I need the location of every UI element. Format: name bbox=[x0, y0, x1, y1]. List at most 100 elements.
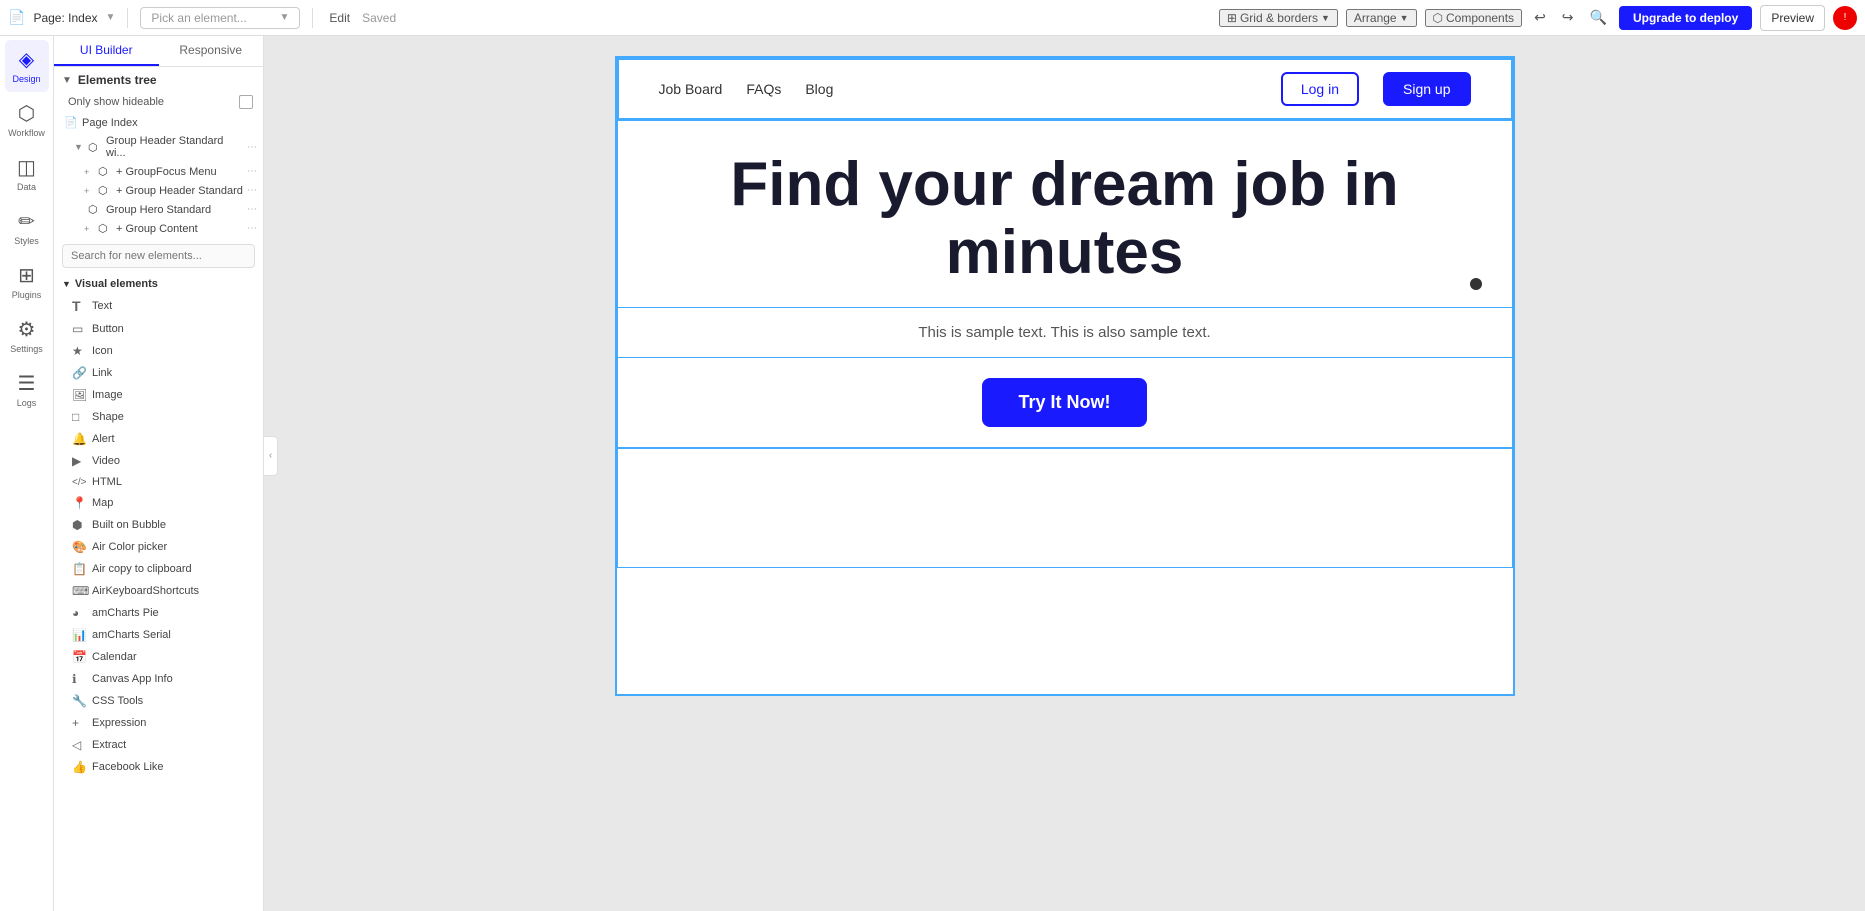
canvas-navbar: Job Board FAQs Blog Log in Sign up bbox=[617, 58, 1513, 120]
tree-page-index[interactable]: 📄 Page Index bbox=[54, 113, 263, 132]
canvas-hero-subtitle: This is sample text. This is also sample… bbox=[658, 324, 1472, 341]
canvas-hero-title-row: Find your dream job in minutes bbox=[618, 121, 1512, 308]
map-element-label: Map bbox=[92, 497, 113, 509]
amcharts-serial-label: amCharts Serial bbox=[92, 629, 171, 641]
design-icon: ◈ bbox=[19, 47, 34, 72]
tab-ui-builder[interactable]: UI Builder bbox=[54, 36, 159, 66]
tree-group-header-action: ⋯ bbox=[247, 142, 257, 153]
element-icon[interactable]: ★ Icon bbox=[54, 340, 263, 362]
tree-group-content[interactable]: + ⬡ + Group Content ⋯ bbox=[54, 219, 263, 238]
tree-group-header-standard[interactable]: ▼ ⬡ Group Header Standard wi... ⋯ bbox=[54, 132, 263, 162]
redo-button[interactable]: ↪ bbox=[1558, 9, 1578, 26]
visual-elements-expand-icon[interactable]: ▼ bbox=[62, 279, 71, 289]
air-keyboard-shortcuts-label: AirKeyboardShortcuts bbox=[92, 585, 199, 597]
text-element-icon: T bbox=[72, 298, 86, 314]
canvas-frame: Job Board FAQs Blog Log in Sign up Find … bbox=[615, 56, 1515, 696]
video-element-label: Video bbox=[92, 455, 120, 467]
search-elements-input[interactable] bbox=[62, 244, 255, 268]
element-video[interactable]: ▶ Video bbox=[54, 450, 263, 472]
plugins-label: Plugins bbox=[12, 291, 42, 301]
sidebar-item-data[interactable]: ◫ Data bbox=[5, 148, 49, 200]
element-link[interactable]: 🔗 Link bbox=[54, 362, 263, 384]
nav-signup-button[interactable]: Sign up bbox=[1383, 72, 1470, 106]
tree-group-header-std-label: + Group Header Standard bbox=[116, 185, 243, 197]
sidebar-item-logs[interactable]: ☰ Logs bbox=[5, 364, 49, 416]
search-button[interactable]: 🔍 bbox=[1586, 9, 1611, 26]
air-keyboard-shortcuts-icon: ⌨ bbox=[72, 584, 86, 598]
components-button[interactable]: ⬡ Components bbox=[1425, 9, 1523, 27]
html-element-label: HTML bbox=[92, 476, 122, 488]
element-calendar[interactable]: 📅 Calendar bbox=[54, 646, 263, 668]
element-facebook-like[interactable]: 👍 Facebook Like bbox=[54, 756, 263, 778]
canvas-hero-section[interactable]: Find your dream job in minutes This is s… bbox=[617, 120, 1513, 448]
button-element-icon: ▭ bbox=[72, 322, 86, 336]
tree-group-header-std-expand: + bbox=[84, 186, 94, 196]
element-air-keyboard-shortcuts[interactable]: ⌨ AirKeyboardShortcuts bbox=[54, 580, 263, 602]
element-expression[interactable]: + Expression bbox=[54, 712, 263, 734]
topbar-divider-1 bbox=[127, 8, 128, 28]
tree-group-hero-standard[interactable]: ⬡ Group Hero Standard ⋯ bbox=[54, 200, 263, 219]
image-element-icon: 🖼 bbox=[72, 388, 86, 402]
air-copy-clipboard-icon: 📋 bbox=[72, 562, 86, 576]
element-amcharts-pie[interactable]: ◕ amCharts Pie bbox=[54, 602, 263, 624]
only-hideable-checkbox[interactable] bbox=[239, 95, 253, 109]
canvas-cta-button[interactable]: Try It Now! bbox=[982, 378, 1146, 427]
undo-button[interactable]: ↩ bbox=[1530, 9, 1550, 26]
tree-group-header-std-action: ⋯ bbox=[247, 185, 257, 196]
nav-blog[interactable]: Blog bbox=[805, 81, 833, 97]
nav-faqs[interactable]: FAQs bbox=[746, 81, 781, 97]
extract-label: Extract bbox=[92, 739, 126, 751]
topbar: 📄 Page: Index ▼ Pick an element... ▼ Edi… bbox=[0, 0, 1865, 36]
notification-button[interactable]: ! bbox=[1833, 6, 1857, 30]
nav-job-board[interactable]: Job Board bbox=[659, 81, 723, 97]
tree-groupfocus-label: + GroupFocus Menu bbox=[116, 166, 243, 178]
element-built-on-bubble[interactable]: ⬢ Built on Bubble bbox=[54, 514, 263, 536]
sidebar-item-design[interactable]: ◈ Design bbox=[5, 40, 49, 92]
element-canvas-app-info[interactable]: ℹ Canvas App Info bbox=[54, 668, 263, 690]
grid-borders-button[interactable]: ⊞ Grid & borders ▼ bbox=[1219, 9, 1338, 27]
amcharts-serial-icon: 📊 bbox=[72, 628, 86, 642]
arrange-button[interactable]: Arrange ▼ bbox=[1346, 9, 1417, 27]
upgrade-to-deploy-button[interactable]: Upgrade to deploy bbox=[1619, 6, 1752, 30]
grid-icon: ⊞ bbox=[1227, 11, 1237, 25]
element-extract[interactable]: ◁ Extract bbox=[54, 734, 263, 756]
tree-group-hero-label: Group Hero Standard bbox=[106, 204, 243, 216]
link-element-label: Link bbox=[92, 367, 112, 379]
element-map[interactable]: 📍 Map bbox=[54, 492, 263, 514]
element-button[interactable]: ▭ Button bbox=[54, 318, 263, 340]
amcharts-pie-label: amCharts Pie bbox=[92, 607, 159, 619]
tab-responsive[interactable]: Responsive bbox=[159, 36, 264, 66]
tree-groupfocus-menu[interactable]: + ⬡ + GroupFocus Menu ⋯ bbox=[54, 162, 263, 181]
tree-group-header-standard-child[interactable]: + ⬡ + Group Header Standard ⋯ bbox=[54, 181, 263, 200]
expression-icon: + bbox=[72, 716, 86, 730]
panel-toggle[interactable]: ‹ bbox=[264, 436, 278, 476]
facebook-like-icon: 👍 bbox=[72, 760, 86, 774]
sidebar-item-plugins[interactable]: ⊞ Plugins bbox=[5, 256, 49, 308]
sidebar-item-settings[interactable]: ⚙ Settings bbox=[5, 310, 49, 362]
tree-groupfocus-action: ⋯ bbox=[247, 166, 257, 177]
element-image[interactable]: 🖼 Image bbox=[54, 384, 263, 406]
element-amcharts-serial[interactable]: 📊 amCharts Serial bbox=[54, 624, 263, 646]
pick-element-dropdown[interactable]: Pick an element... ▼ bbox=[140, 7, 300, 29]
sidebar-item-workflow[interactable]: ⬡ Workflow bbox=[5, 94, 49, 146]
canvas-hero-subtitle-row: This is sample text. This is also sample… bbox=[618, 308, 1512, 358]
visual-elements-title: Visual elements bbox=[75, 278, 158, 290]
edit-label[interactable]: Edit bbox=[325, 11, 354, 25]
alert-element-label: Alert bbox=[92, 433, 115, 445]
element-text[interactable]: T Text bbox=[54, 294, 263, 318]
calendar-element-label: Calendar bbox=[92, 651, 137, 663]
elements-tree-expand-icon[interactable]: ▼ bbox=[62, 75, 72, 86]
element-air-copy-clipboard[interactable]: 📋 Air copy to clipboard bbox=[54, 558, 263, 580]
element-alert[interactable]: 🔔 Alert bbox=[54, 428, 263, 450]
styles-label: Styles bbox=[14, 237, 39, 247]
element-html[interactable]: </> HTML bbox=[54, 472, 263, 492]
expression-label: Expression bbox=[92, 717, 146, 729]
icon-element-icon: ★ bbox=[72, 344, 86, 358]
sidebar-item-styles[interactable]: ✏ Styles bbox=[5, 202, 49, 254]
element-air-color-picker[interactable]: 🎨 Air Color picker bbox=[54, 536, 263, 558]
tree-groupfocus-icon: ⬡ bbox=[98, 165, 112, 178]
element-css-tools[interactable]: 🔧 CSS Tools bbox=[54, 690, 263, 712]
nav-login-button[interactable]: Log in bbox=[1281, 72, 1359, 106]
element-shape[interactable]: □ Shape bbox=[54, 406, 263, 428]
preview-button[interactable]: Preview bbox=[1760, 5, 1825, 31]
